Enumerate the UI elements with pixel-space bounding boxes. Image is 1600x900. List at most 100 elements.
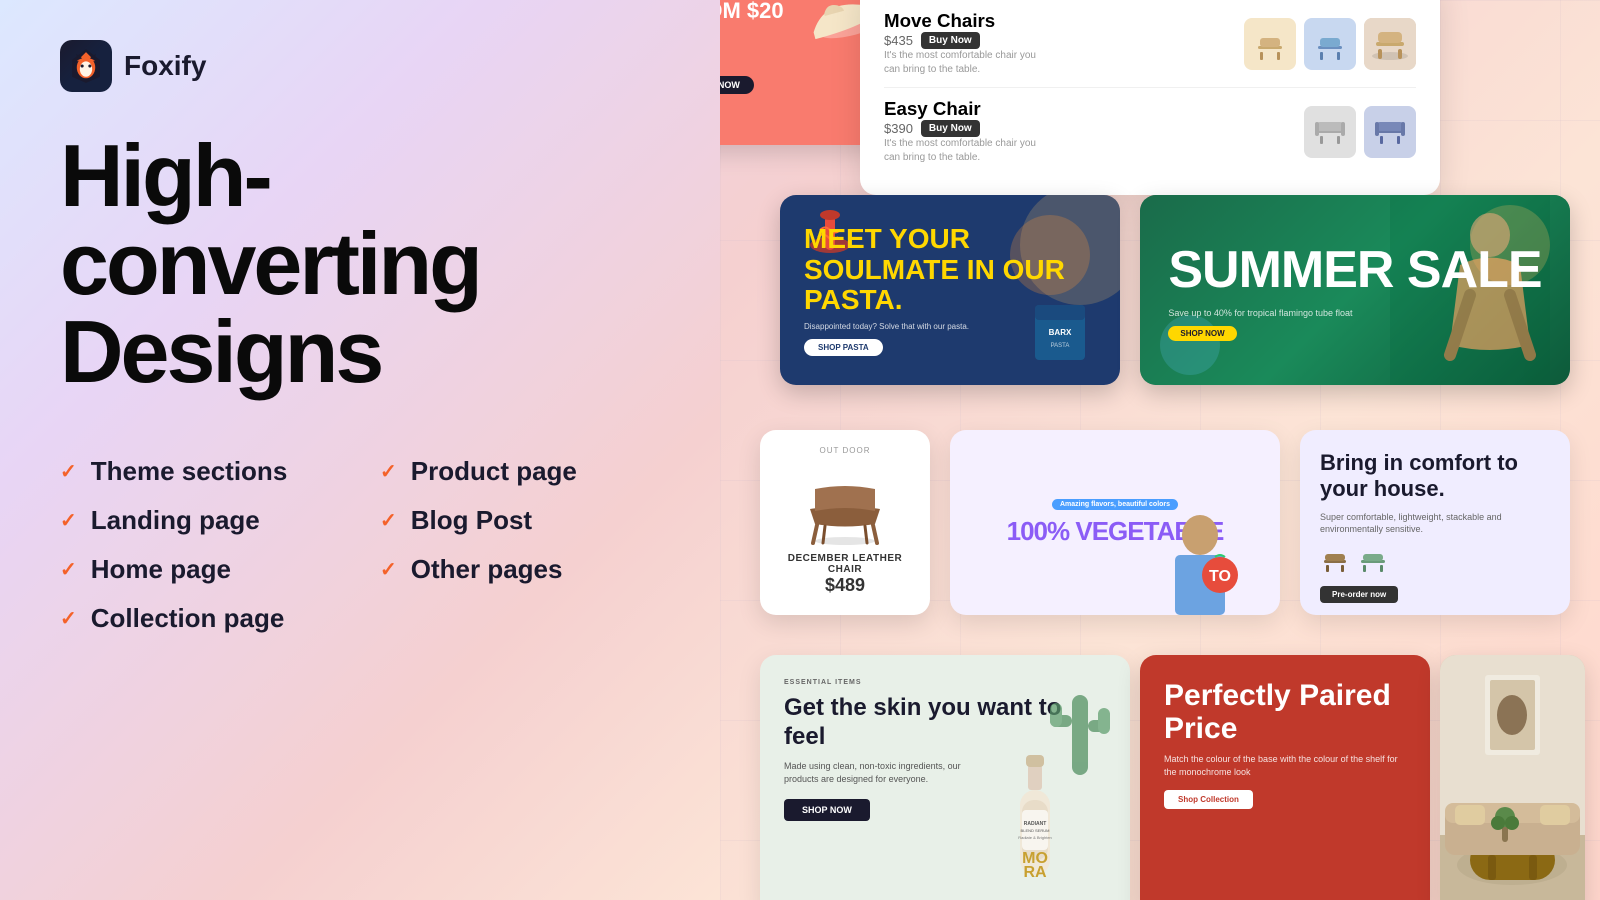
easy-chair-price: $390 <box>884 121 913 136</box>
easy-chair-desc: It's the most comfortable chair you can … <box>884 137 1044 165</box>
summer-sub: Save up to 40% for tropical flamingo tub… <box>1168 308 1541 318</box>
left-panel: Foxify High-converting Designs ✓ Theme s… <box>0 0 720 900</box>
serum-cta-text: SHOP NOW <box>802 805 852 815</box>
paired-title: Perfectly Paired Price <box>1164 679 1406 745</box>
features-grid: ✓ Theme sections ✓ Landing page ✓ Home p… <box>60 456 660 634</box>
chair-product-name: DECEMBER LEATHER CHAIR <box>776 553 914 575</box>
easy-chair-price-row: $390 Buy Now <box>884 120 1044 137</box>
logo-area: Foxify <box>60 40 660 92</box>
veg-person: TO <box>1140 505 1260 615</box>
move-chair-photo-svg <box>1364 18 1416 70</box>
svg-text:Radiate & Brighten: Radiate & Brighten <box>1018 835 1052 840</box>
comfort-cta-text: Pre-order now <box>1332 590 1386 599</box>
comfort-cta[interactable]: Pre-order now <box>1320 586 1398 603</box>
svg-text:TO: TO <box>1209 568 1231 585</box>
easy-chair-img-2 <box>1364 106 1416 158</box>
svg-text:BLEND SERUM: BLEND SERUM <box>1021 828 1050 833</box>
paired-desc: Match the colour of the base with the co… <box>1164 753 1406 778</box>
easy-chair-img-1 <box>1304 106 1356 158</box>
easy-chair-buy[interactable]: Buy Now <box>921 120 980 137</box>
shoe-price-text: FROM $20 <box>720 0 784 23</box>
move-chairs-buy[interactable]: Buy Now <box>921 32 980 49</box>
serum-desc: Made using clean, non-toxic ingredients,… <box>784 760 984 787</box>
foxify-logo-svg <box>66 46 106 86</box>
veg-person-svg: TO <box>1140 505 1260 615</box>
logo-icon <box>60 40 112 92</box>
move-chair-img-1 <box>1244 18 1296 70</box>
room-card <box>1440 655 1585 900</box>
chair-product-price: $489 <box>776 575 914 596</box>
move-chairs-imgs <box>1244 18 1416 70</box>
room-svg <box>1440 655 1585 900</box>
shoe-cta-text: SHOP NOW <box>720 80 740 90</box>
move-chairs-price: $435 <box>884 33 913 48</box>
easy-chair-svg1 <box>1310 112 1350 152</box>
feature-label-3: Home page <box>91 554 231 585</box>
move-chairs-price-row: $435 Buy Now <box>884 32 1044 49</box>
summer-cta-text: SHOP NOW <box>1180 329 1224 338</box>
move-chairs-name: Move Chairs <box>884 10 1044 32</box>
comfort-title: Bring in comfort to your house. <box>1320 450 1550 503</box>
feature-theme-sections: ✓ Theme sections <box>60 456 340 487</box>
hero-title: High-converting Designs <box>60 132 660 396</box>
svg-text:RA: RA <box>1023 864 1047 881</box>
feature-label-1: Theme sections <box>91 456 288 487</box>
serum-cta[interactable]: SHOP NOW <box>784 799 870 821</box>
serum-card: ESSENTIAL ITEMS Get the skin you want to… <box>760 655 1130 900</box>
check-icon-2: ✓ <box>60 508 77 533</box>
chair-blue-svg <box>1310 24 1350 64</box>
veg-banner: Amazing flavors, beautiful colors 100% V… <box>950 430 1280 615</box>
brand-name: Foxify <box>124 50 206 82</box>
easy-chair-imgs <box>1304 106 1416 158</box>
move-chair-img-3 <box>1364 18 1416 70</box>
feature-label-6: Blog Post <box>411 505 532 536</box>
check-icon-1: ✓ <box>60 459 77 484</box>
feature-blog-post: ✓ Blog Post <box>380 505 660 536</box>
check-icon-7: ✓ <box>380 557 397 582</box>
check-icon-5: ✓ <box>380 459 397 484</box>
easy-chair-row: Easy Chair $390 Buy Now It's the most co… <box>884 87 1416 175</box>
check-icon-4: ✓ <box>60 606 77 631</box>
chair-product-card: Out door DECEMBER LEATHER CHAIR $489 <box>760 430 930 615</box>
pasta-cta[interactable]: SHOP PASTA <box>804 339 883 356</box>
check-icon-3: ✓ <box>60 557 77 582</box>
feature-label-2: Landing page <box>91 505 260 536</box>
chair-category: Out door <box>776 446 914 455</box>
comfort-sub: Super comfortable, lightweight, stackabl… <box>1320 511 1550 536</box>
paired-cta[interactable]: Shop Collection <box>1164 790 1253 809</box>
chair-product-svg <box>785 459 905 549</box>
pasta-tagline: MEET YOUR SOULMATE IN OUR PASTA. <box>804 224 1096 316</box>
feature-landing-page: ✓ Landing page <box>60 505 340 536</box>
summer-banner: SUMMER SALE Save up to 40% for tropical … <box>1140 195 1570 385</box>
paired-price-card: Perfectly Paired Price Match the colour … <box>1140 655 1430 900</box>
chair-beige-svg <box>1250 24 1290 64</box>
feature-label-5: Product page <box>411 456 577 487</box>
comfort-banner: Bring in comfort to your house. Super co… <box>1300 430 1570 615</box>
summer-text-area: SUMMER SALE Save up to 40% for tropical … <box>1148 220 1561 361</box>
paired-cta-text: Shop Collection <box>1178 795 1239 804</box>
cactus-svg <box>1040 665 1120 785</box>
comfort-icon-2 <box>1358 546 1388 576</box>
right-panel: SLIDES FROM $20 SHOP NOW Move Chairs $43… <box>720 0 1600 900</box>
hero-line2: Designs <box>60 302 381 401</box>
easy-chair-name: Easy Chair <box>884 98 1044 120</box>
shoe-cta[interactable]: SHOP NOW <box>720 76 754 94</box>
summer-cta[interactable]: SHOP NOW <box>1168 326 1236 341</box>
svg-text:RADIANT: RADIANT <box>1024 821 1047 827</box>
features-col2: ✓ Product page ✓ Blog Post ✓ Other pages <box>380 456 660 634</box>
feature-label-4: Collection page <box>91 603 285 634</box>
summer-sub-area: Save up to 40% for tropical flamingo tub… <box>1168 308 1541 341</box>
feature-other-pages: ✓ Other pages <box>380 554 660 585</box>
feature-label-7: Other pages <box>411 554 563 585</box>
features-col1: ✓ Theme sections ✓ Landing page ✓ Home p… <box>60 456 340 634</box>
move-chairs-row: Move Chairs $435 Buy Now It's the most c… <box>884 0 1416 87</box>
feature-home-page: ✓ Home page <box>60 554 340 585</box>
easy-chair-info: Easy Chair $390 Buy Now It's the most co… <box>884 98 1044 165</box>
pasta-text-area: MEET YOUR SOULMATE IN OUR PASTA. Disappo… <box>804 224 1096 356</box>
pasta-cta-text: SHOP PASTA <box>818 343 869 352</box>
hero-line1: High-converting <box>60 126 480 313</box>
summer-title: SUMMER SALE <box>1168 240 1541 300</box>
furniture-card: Move Chairs $435 Buy Now It's the most c… <box>860 0 1440 195</box>
feature-collection-page: ✓ Collection page <box>60 603 340 634</box>
move-chairs-info: Move Chairs $435 Buy Now It's the most c… <box>884 10 1044 77</box>
